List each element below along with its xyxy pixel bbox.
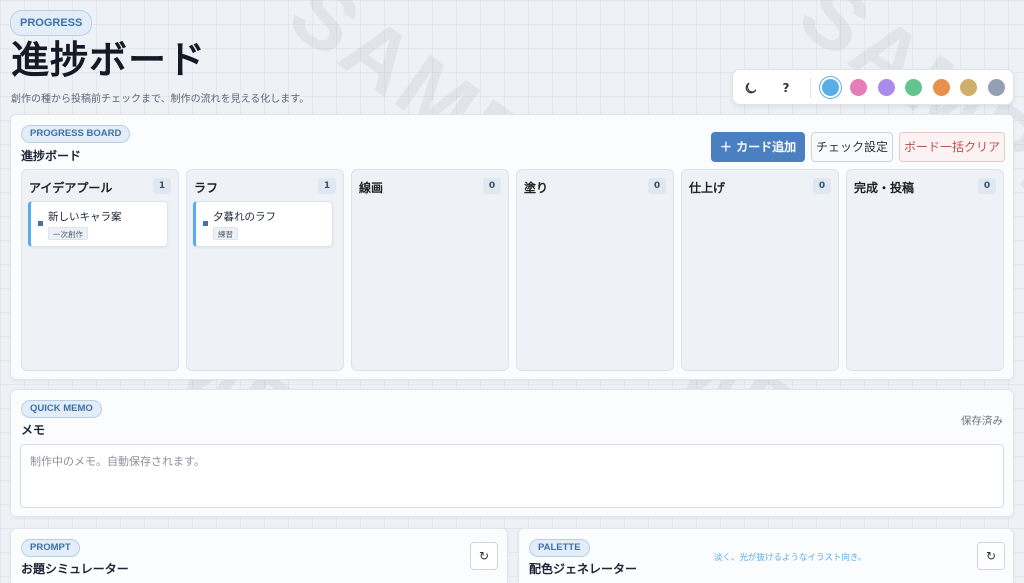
board-tag: PROGRESS BOARD [21, 125, 131, 143]
memo-title: メモ [21, 423, 46, 437]
prompt-title: お題シミュレーター [21, 562, 129, 576]
save-status: 保存済み [961, 415, 1003, 427]
column-finishing[interactable]: 仕上げ 0 [681, 169, 839, 371]
column-count: 0 [813, 178, 831, 194]
column-title: 仕上げ [689, 181, 726, 195]
column-title: 完成・投稿 [854, 181, 915, 195]
clear-board-button[interactable]: ボード一括クリア [899, 132, 1005, 162]
header-tag: PROGRESS [10, 10, 93, 36]
card-tag: 練習 [213, 227, 238, 240]
column-title: アイデアプール [29, 181, 113, 195]
card-tag: 一次創作 [48, 227, 88, 240]
swatch-orange[interactable] [933, 79, 950, 96]
column-count: 0 [483, 178, 501, 194]
column-title: 塗り [524, 181, 549, 195]
column-title: 線画 [359, 181, 384, 195]
card[interactable]: 夕暮れのラフ 練習 [193, 201, 333, 247]
moon-icon[interactable] [742, 79, 760, 97]
quick-memo-panel: QUICK MEMO メモ 保存済み [10, 389, 1014, 517]
card-title: 夕暮れのラフ [213, 211, 276, 223]
add-card-button[interactable]: ＋ カード追加 [711, 132, 805, 162]
palette-title: 配色ジェネレーター [529, 562, 638, 576]
swatch-purple[interactable] [878, 79, 895, 96]
toolbar-divider [810, 78, 811, 98]
prompt-tag: PROMPT [21, 539, 80, 557]
column-title: ラフ [194, 181, 219, 195]
check-settings-button[interactable]: チェック設定 [811, 132, 893, 162]
column-lineart[interactable]: 線画 0 [351, 169, 509, 371]
card-title: 新しいキャラ案 [48, 211, 122, 223]
palette-tag: PALETTE [529, 539, 590, 557]
board-title: 進捗ボード [21, 149, 82, 163]
swatch-khaki[interactable] [960, 79, 977, 96]
palette-hint: 淡く、光が抜けるようなイラスト向き。 [714, 553, 867, 563]
column-rough[interactable]: ラフ 1 夕暮れのラフ 練習 [186, 169, 344, 371]
column-idea-pool[interactable]: アイデアプール 1 新しいキャラ案 一次創作 [21, 169, 179, 371]
palette-panel: PALETTE 配色ジェネレーター 淡く、光が抜けるようなイラスト向き。 ↻ [518, 528, 1014, 583]
column-count: 0 [978, 178, 996, 194]
column-coloring[interactable]: 塗り 0 [516, 169, 674, 371]
card[interactable]: 新しいキャラ案 一次創作 [28, 201, 168, 247]
progress-board-panel: PROGRESS BOARD 進捗ボード ＋ カード追加 チェック設定 ボード一… [10, 114, 1014, 380]
column-count: 1 [153, 178, 171, 194]
swatch-pink[interactable] [850, 79, 867, 96]
swatch-slate[interactable] [988, 79, 1005, 96]
memo-textarea[interactable] [20, 444, 1004, 508]
page-title: 進捗ボード [11, 38, 207, 82]
prompt-panel: PROMPT お題シミュレーター ↻ [10, 528, 508, 583]
drag-handle-icon [38, 221, 43, 226]
prompt-refresh-button[interactable]: ↻ [470, 542, 498, 570]
page-subtitle: 創作の種から投稿前チェックまで、制作の流れを見える化します。 [11, 94, 310, 105]
theme-toolbar: ? [732, 69, 1014, 105]
help-icon[interactable]: ? [777, 79, 795, 97]
palette-refresh-button[interactable]: ↻ [977, 542, 1005, 570]
swatch-green[interactable] [905, 79, 922, 96]
memo-tag: QUICK MEMO [21, 400, 102, 418]
column-count: 0 [648, 178, 666, 194]
column-count: 1 [318, 178, 336, 194]
swatch-blue[interactable] [822, 79, 839, 96]
column-complete-post[interactable]: 完成・投稿 0 [846, 169, 1004, 371]
drag-handle-icon [203, 221, 208, 226]
